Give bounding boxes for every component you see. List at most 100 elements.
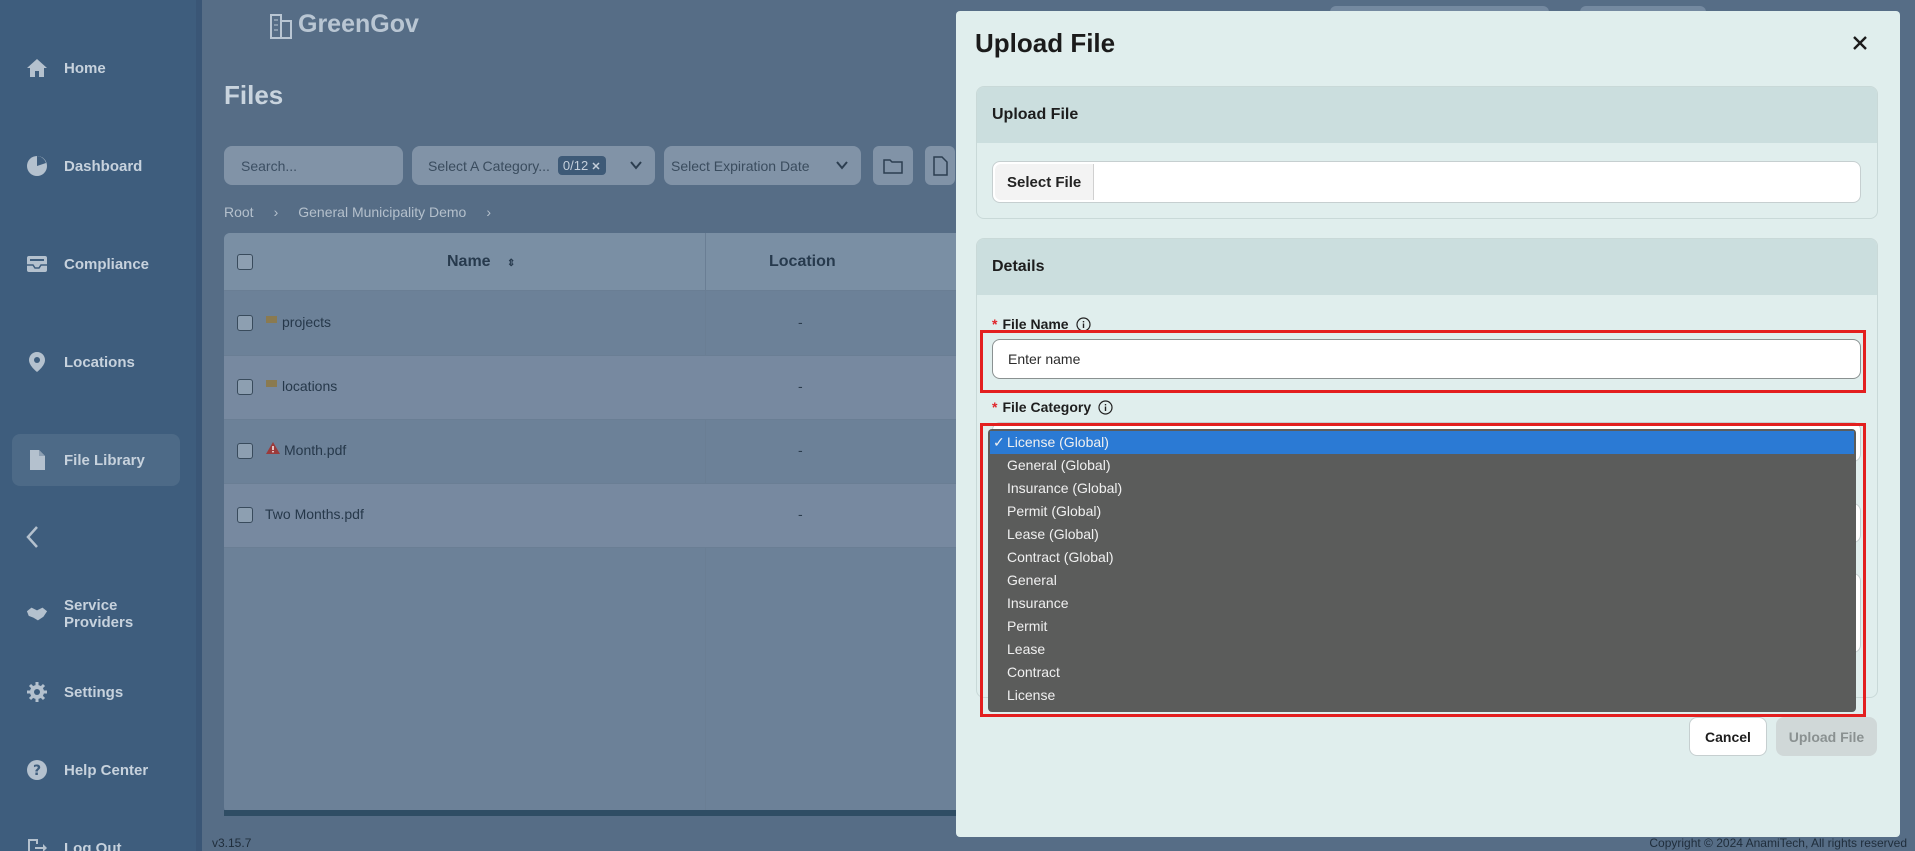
gear-icon [26, 681, 48, 703]
dropdown-option[interactable]: Lease (Global) [988, 523, 1856, 546]
info-icon[interactable] [1098, 399, 1113, 415]
dropdown-option-selected[interactable]: ✓ License (Global) [990, 431, 1854, 454]
app-logo-text: GreenGov [298, 10, 419, 38]
sidebar-item-label: Locations [64, 353, 135, 371]
sidebar-item-locations[interactable]: Locations [12, 336, 180, 388]
dropdown-option[interactable]: License [988, 684, 1856, 707]
sidebar-item-help-center[interactable]: ? Help Center [12, 744, 180, 796]
file-name-cell[interactable]: locations [266, 378, 337, 394]
chevron-down-icon [630, 161, 642, 170]
sidebar-item-dashboard[interactable]: Dashboard [12, 140, 180, 192]
warning-icon [266, 442, 280, 454]
sidebar-item-home[interactable]: Home [12, 42, 180, 94]
app-logo: GreenGov [268, 10, 419, 39]
sidebar-item-log-out[interactable]: Log Out [12, 822, 180, 851]
chevron-right-icon: › [273, 204, 279, 220]
new-folder-button[interactable] [873, 146, 913, 185]
logout-icon [26, 837, 48, 851]
file-name-text: Month.pdf [284, 442, 347, 458]
home-icon [26, 57, 48, 79]
dropdown-option[interactable]: Insurance (Global) [988, 477, 1856, 500]
chevron-right-icon: › [486, 204, 491, 220]
table-header: Name ⇕ Location [224, 233, 1014, 291]
collapse-sidebar-button[interactable] [22, 522, 44, 552]
table-row[interactable]: locations - [224, 356, 1014, 420]
upload-section-title: Upload File [977, 87, 1877, 143]
file-name-cell[interactable]: Month.pdf [266, 442, 346, 458]
location-cell: - [798, 378, 803, 394]
dropdown-option[interactable]: Permit [988, 615, 1856, 638]
cancel-button[interactable]: Cancel [1689, 717, 1767, 756]
sidebar-item-label: Settings [64, 683, 124, 701]
dashboard-icon [26, 155, 48, 177]
table-row[interactable]: Two Months.pdf - [224, 484, 1014, 548]
file-name-cell[interactable]: projects [266, 314, 331, 330]
expiration-date-select[interactable]: Select Expiration Date [664, 146, 861, 185]
file-name-text: locations [282, 378, 338, 394]
column-header-location[interactable]: Location [769, 253, 836, 271]
sort-icon[interactable]: ⇕ [507, 258, 515, 269]
table-row[interactable]: Month.pdf - [224, 420, 1014, 484]
table-row[interactable]: projects - [224, 292, 1014, 356]
upload-file-button[interactable]: Upload File [1776, 717, 1877, 756]
sidebar: Home Dashboard Compliance Locations File… [0, 0, 202, 851]
option-label: License (Global) [1007, 434, 1109, 450]
building-icon [270, 13, 292, 39]
category-count-badge[interactable]: 0/12 [557, 156, 607, 175]
clear-icon[interactable] [591, 161, 601, 171]
file-outline-icon [933, 155, 948, 176]
column-header-name-label: Name [447, 253, 491, 270]
sidebar-item-file-library[interactable]: File Library [12, 434, 180, 486]
dropdown-option[interactable]: Insurance [988, 592, 1856, 615]
sidebar-item-label: Home [64, 59, 106, 77]
file-name-cell[interactable]: Two Months.pdf [265, 506, 364, 522]
dropdown-option[interactable]: Contract (Global) [988, 546, 1856, 569]
row-checkbox[interactable] [237, 379, 253, 395]
search-placeholder: Search... [241, 157, 298, 174]
location-cell: - [798, 314, 803, 330]
row-checkbox[interactable] [237, 507, 253, 523]
version-text: v3.15.7 [212, 836, 252, 850]
breadcrumb-item[interactable]: Root [224, 204, 254, 220]
column-header-name[interactable]: Name ⇕ [447, 253, 515, 271]
close-icon[interactable] [1848, 31, 1872, 55]
location-pin-icon [26, 351, 48, 373]
file-icon [26, 449, 48, 471]
page-title: Files [224, 80, 284, 110]
breadcrumb-item[interactable]: General Municipality Demo [298, 204, 466, 220]
select-file-button[interactable]: Select File [995, 164, 1095, 200]
sidebar-item-compliance[interactable]: Compliance [12, 238, 180, 290]
dropdown-option[interactable]: Lease [988, 638, 1856, 661]
sidebar-item-label: Log Out [64, 839, 122, 851]
file-category-label-text: File Category [1002, 399, 1092, 415]
location-cell: - [798, 506, 803, 522]
files-table: Name ⇕ Location projects - locations - M… [224, 233, 1014, 813]
svg-text:?: ? [33, 763, 41, 779]
row-checkbox[interactable] [237, 315, 253, 331]
dropdown-option[interactable]: General [988, 569, 1856, 592]
sidebar-item-label: Help Center [64, 761, 149, 779]
sidebar-item-settings[interactable]: Settings [12, 666, 180, 718]
location-cell: - [798, 442, 803, 458]
horizontal-scrollbar[interactable] [224, 810, 1014, 816]
dropdown-option[interactable]: Permit (Global) [988, 500, 1856, 523]
file-input[interactable]: Select File [992, 161, 1861, 203]
breadcrumb: Root › General Municipality Demo › [224, 204, 511, 220]
highlight-file-name [980, 330, 1866, 393]
sidebar-item-label: File Library [64, 451, 145, 469]
select-all-checkbox[interactable] [237, 254, 253, 270]
dropdown-option[interactable]: Contract [988, 661, 1856, 684]
category-filter-label: Select A Category... [428, 157, 550, 174]
row-checkbox[interactable] [237, 443, 253, 459]
required-marker: * [992, 399, 998, 415]
category-filter-select[interactable]: Select A Category... 0/12 [412, 146, 655, 185]
sidebar-item-service-providers[interactable]: Service Providers [12, 588, 180, 640]
check-icon: ✓ [993, 434, 1005, 450]
search-input[interactable]: Search... [224, 146, 403, 185]
new-file-button[interactable] [925, 146, 955, 185]
file-category-dropdown[interactable]: ✓ License (Global) General (Global) Insur… [988, 429, 1856, 712]
copyright-text: Copyright © 2024 AnamiTech, All rights r… [1649, 836, 1907, 850]
file-name-text: Two Months.pdf [265, 506, 364, 522]
folder-icon [266, 379, 277, 387]
dropdown-option[interactable]: General (Global) [988, 454, 1856, 477]
